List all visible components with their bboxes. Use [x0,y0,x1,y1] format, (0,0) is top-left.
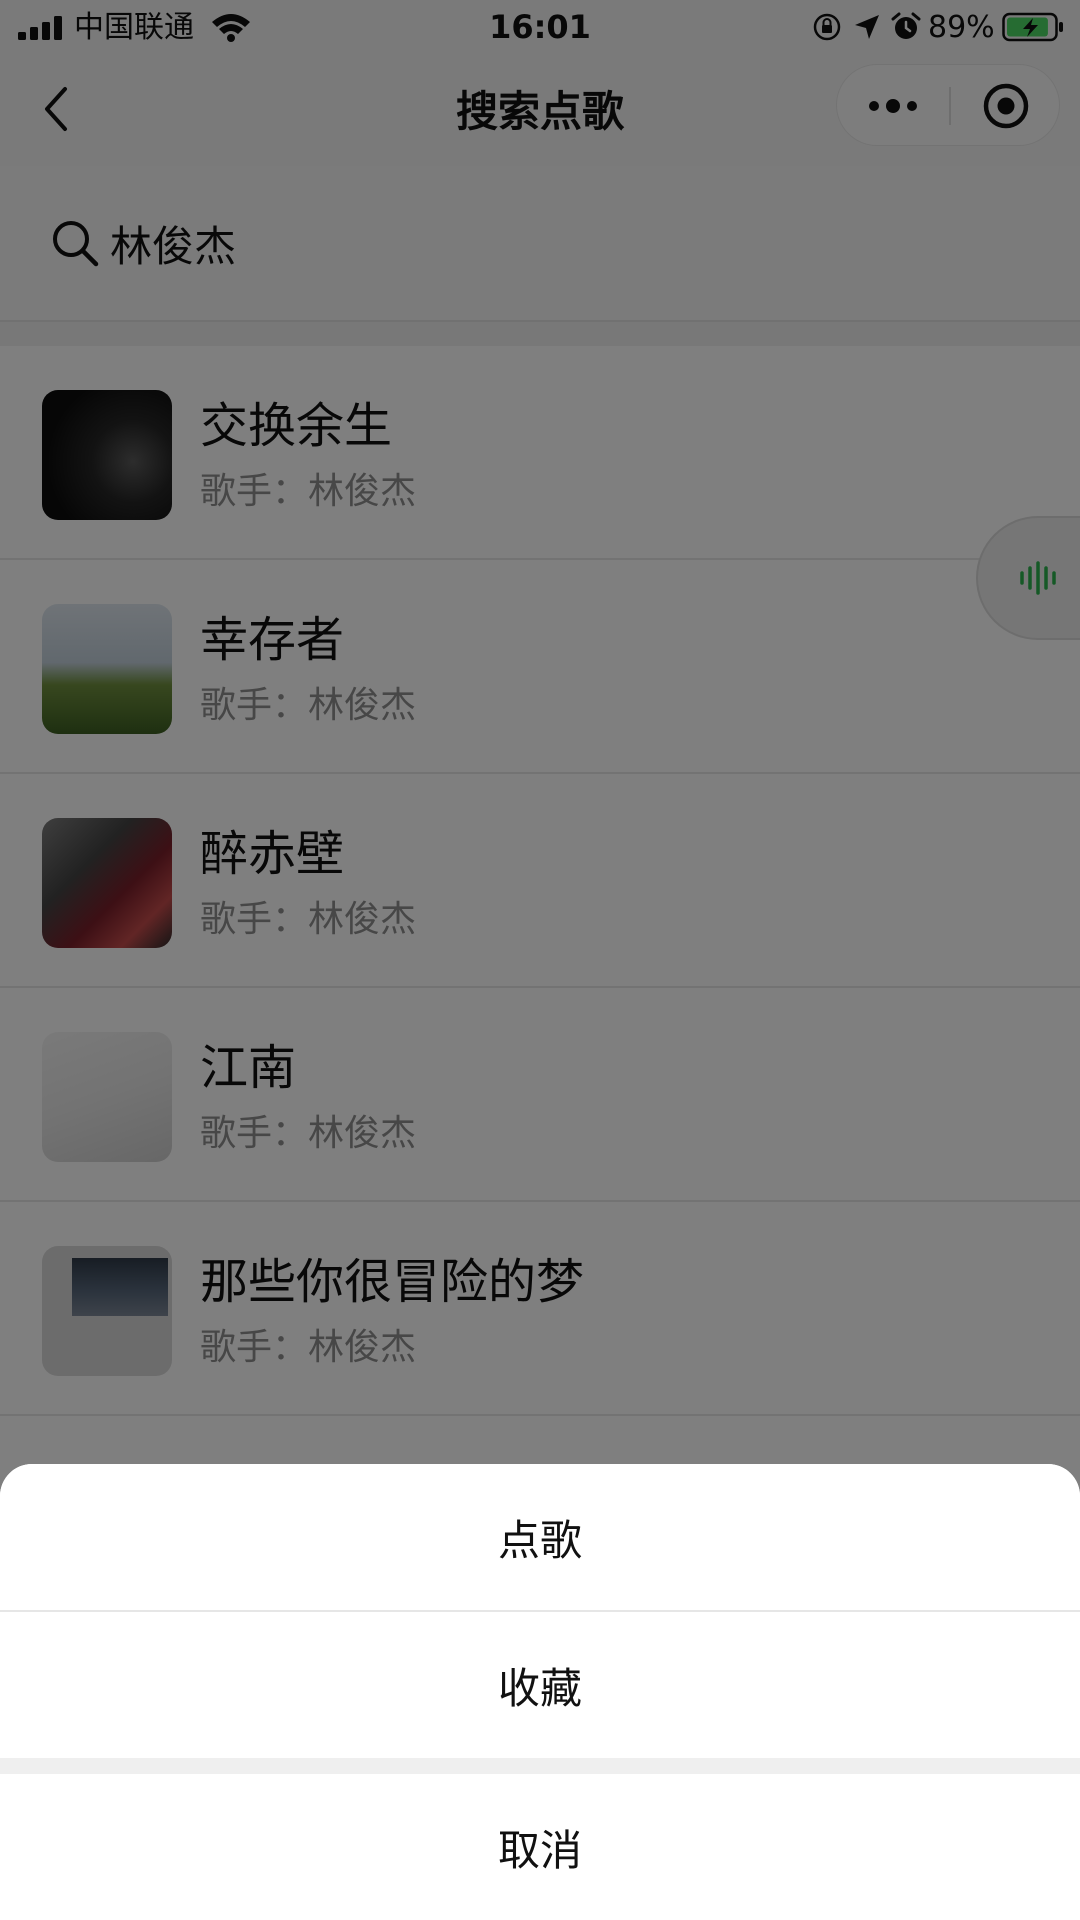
request-song-button[interactable]: 点歌 [0,1464,1080,1610]
cancel-button[interactable]: 取消 [0,1774,1080,1920]
action-sheet: 点歌 收藏 取消 [0,1464,1080,1920]
action-sheet-gap [0,1758,1080,1774]
favorite-button[interactable]: 收藏 [0,1612,1080,1758]
